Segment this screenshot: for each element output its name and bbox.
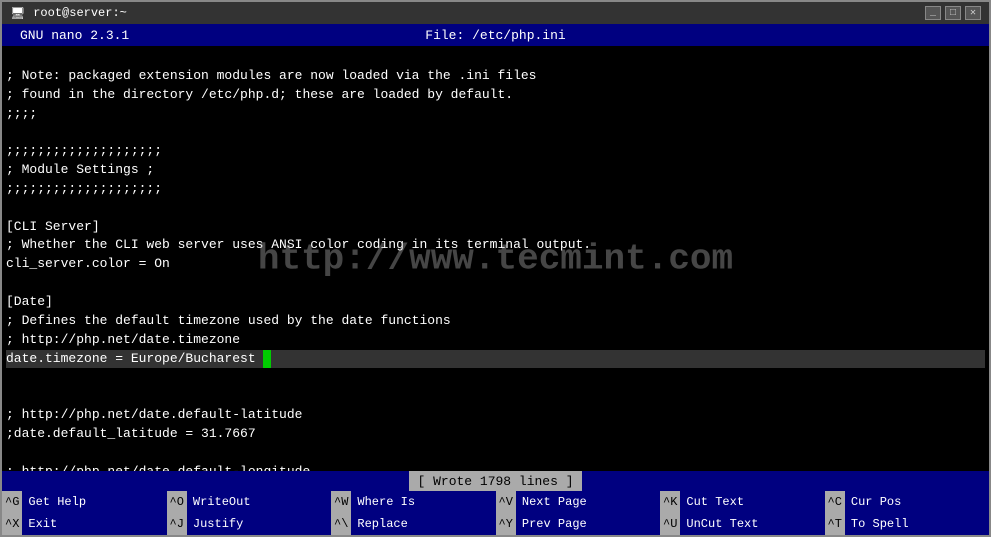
footer-label-prev-page: Prev Page [516, 517, 593, 531]
footer-key-replace: ^\ [331, 513, 351, 535]
footer-key-uncut-text: ^U [660, 513, 680, 535]
footer-item-next-page[interactable]: ^V Next Page [496, 491, 661, 513]
footer-label-cur-pos: Cur Pos [845, 495, 907, 509]
footer-item-where-is[interactable]: ^W Where Is [331, 491, 496, 513]
line-3: ;;;; [6, 106, 37, 121]
line-6: ; Module Settings ; [6, 162, 154, 177]
footer-item-writeout[interactable]: ^O WriteOut [167, 491, 332, 513]
line-10: ; Whether the CLI web server uses ANSI c… [6, 237, 591, 252]
footer-item-get-help[interactable]: ^G Get Help [2, 491, 167, 513]
line-after-5: ; http://php.net/date.default-longitude [6, 464, 310, 471]
line-5: ;;;;;;;;;;;;;;;;;;;; [6, 143, 162, 158]
footer-label-cut-text: Cut Text [680, 495, 750, 509]
footer-item-replace[interactable]: ^\ Replace [331, 513, 496, 535]
footer-key-cut-text: ^K [660, 491, 680, 513]
nano-filename: File: /etc/php.ini [425, 28, 565, 43]
line-13: [Date] [6, 294, 53, 309]
footer-label-writeout: WriteOut [187, 495, 257, 509]
line-after-3: ;date.default_latitude = 31.7667 [6, 426, 256, 441]
footer-item-justify[interactable]: ^J Justify [167, 513, 332, 535]
status-message: [ Wrote 1798 lines ] [409, 471, 581, 491]
footer-key-writeout: ^O [167, 491, 187, 513]
line-7: ;;;;;;;;;;;;;;;;;;;; [6, 181, 162, 196]
footer-item-uncut-text[interactable]: ^U UnCut Text [660, 513, 825, 535]
footer-item-cut-text[interactable]: ^K Cut Text [660, 491, 825, 513]
window-frame: 🖥 root@server:~ _ □ ✕ GNU nano 2.3.1 Fil… [0, 0, 991, 537]
footer-row-1: ^G Get Help ^O WriteOut ^W Where Is ^V N… [2, 491, 989, 513]
footer-item-prev-page[interactable]: ^Y Prev Page [496, 513, 661, 535]
footer-item-cur-pos[interactable]: ^C Cur Pos [825, 491, 990, 513]
footer-key-to-spell: ^T [825, 513, 845, 535]
line-15: ; http://php.net/date.timezone [6, 332, 240, 347]
footer-label-next-page: Next Page [516, 495, 593, 509]
footer-label-justify: Justify [187, 517, 249, 531]
title-bar-icon: 🖥 [10, 6, 25, 21]
footer-item-exit[interactable]: ^X Exit [2, 513, 167, 535]
title-bar-left: 🖥 root@server:~ [10, 6, 127, 21]
footer-key-cur-pos: ^C [825, 491, 845, 513]
footer-key-prev-page: ^Y [496, 513, 516, 535]
status-text: [ Wrote 1798 lines ] [417, 474, 573, 489]
editor-area[interactable]: ; Note: packaged extension modules are n… [2, 46, 989, 471]
current-line: date.timezone = Europe/Bucharest [6, 350, 985, 369]
footer-row-2: ^X Exit ^J Justify ^\ Replace ^Y Prev Pa… [2, 513, 989, 535]
line-11: cli_server.color = On [6, 256, 170, 271]
status-bar: [ Wrote 1798 lines ] [2, 471, 989, 491]
footer-label-get-help: Get Help [22, 495, 92, 509]
window-title: root@server:~ [33, 6, 127, 20]
maximize-button[interactable]: □ [945, 6, 961, 20]
footer-key-justify: ^J [167, 513, 187, 535]
title-bar: 🖥 root@server:~ _ □ ✕ [2, 2, 989, 24]
footer-item-to-spell[interactable]: ^T To Spell [825, 513, 990, 535]
minimize-button[interactable]: _ [925, 6, 941, 20]
footer: ^G Get Help ^O WriteOut ^W Where Is ^V N… [2, 491, 989, 535]
footer-label-where-is: Where Is [351, 495, 421, 509]
footer-label-exit: Exit [22, 517, 63, 531]
editor-content: ; Note: packaged extension modules are n… [2, 46, 989, 471]
footer-label-replace: Replace [351, 517, 413, 531]
title-bar-controls[interactable]: _ □ ✕ [925, 6, 981, 20]
nano-header: GNU nano 2.3.1 File: /etc/php.ini [2, 24, 989, 46]
text-cursor [263, 350, 271, 369]
close-button[interactable]: ✕ [965, 6, 981, 20]
footer-key-get-help: ^G [2, 491, 22, 513]
line-9: [CLI Server] [6, 219, 100, 234]
footer-key-where-is: ^W [331, 491, 351, 513]
line-2: ; found in the directory /etc/php.d; the… [6, 87, 513, 102]
line-1: ; Note: packaged extension modules are n… [6, 68, 537, 83]
line-after-2: ; http://php.net/date.default-latitude [6, 407, 302, 422]
footer-label-to-spell: To Spell [845, 517, 915, 531]
line-14: ; Defines the default timezone used by t… [6, 313, 451, 328]
footer-label-uncut-text: UnCut Text [680, 517, 764, 531]
footer-key-exit: ^X [2, 513, 22, 535]
nano-version: GNU nano 2.3.1 [20, 28, 129, 43]
footer-key-next-page: ^V [496, 491, 516, 513]
